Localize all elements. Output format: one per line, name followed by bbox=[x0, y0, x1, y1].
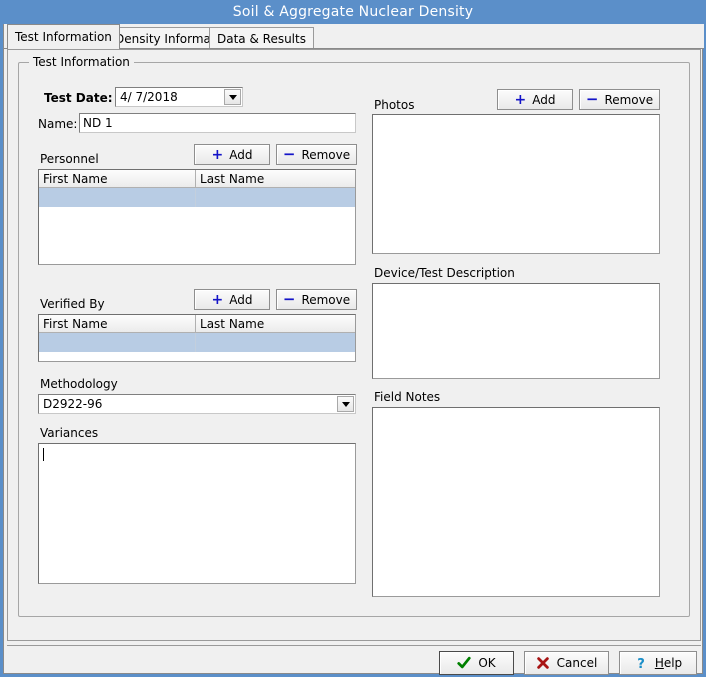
tab-data-and-results[interactable]: Data & Results bbox=[209, 27, 314, 49]
group-title: Test Information bbox=[29, 55, 134, 69]
variances-label: Variances bbox=[40, 426, 98, 440]
help-label-rest: elp bbox=[664, 656, 682, 670]
blue-question-icon: ? bbox=[634, 656, 648, 670]
chevron-down-icon bbox=[229, 95, 237, 100]
field-notes-label: Field Notes bbox=[374, 390, 440, 404]
plus-icon: + bbox=[515, 93, 527, 107]
device-description-label: Device/Test Description bbox=[374, 266, 515, 280]
photos-remove-label: Remove bbox=[604, 93, 653, 107]
photos-add-label: Add bbox=[532, 93, 555, 107]
tab-page-test-information: Test Information Test Date: 4/ 7/2018 Na… bbox=[7, 49, 701, 641]
active-tab-baseline-mask bbox=[8, 48, 104, 49]
personnel-table-header: First Name Last Name bbox=[39, 170, 355, 188]
cancel-button[interactable]: Cancel bbox=[524, 651, 609, 675]
ok-label: OK bbox=[478, 656, 495, 670]
verified-by-label: Verified By bbox=[40, 297, 105, 311]
help-label: Help bbox=[655, 656, 682, 670]
personnel-table[interactable]: First Name Last Name bbox=[38, 169, 356, 265]
device-description-textarea[interactable] bbox=[372, 283, 660, 379]
red-x-icon bbox=[536, 656, 550, 670]
cell-first-name bbox=[39, 188, 196, 207]
name-value: ND 1 bbox=[83, 116, 113, 130]
table-row[interactable] bbox=[39, 333, 355, 352]
green-check-icon bbox=[457, 656, 471, 670]
verified-by-table[interactable]: First Name Last Name bbox=[38, 314, 356, 362]
minus-icon: − bbox=[283, 147, 296, 162]
verified-by-table-header: First Name Last Name bbox=[39, 315, 355, 333]
column-header-first-name: First Name bbox=[39, 315, 196, 332]
svg-text:?: ? bbox=[637, 657, 645, 670]
minus-icon: − bbox=[586, 92, 599, 107]
tab-test-information[interactable]: Test Information bbox=[7, 24, 120, 49]
test-date-picker[interactable]: 4/ 7/2018 bbox=[115, 87, 243, 107]
personnel-remove-label: Remove bbox=[301, 148, 350, 162]
plus-icon: + bbox=[212, 148, 224, 162]
column-header-last-name: Last Name bbox=[196, 170, 355, 187]
application-window: Soil & Aggregate Nuclear Density Test In… bbox=[0, 0, 706, 677]
methodology-label: Methodology bbox=[40, 377, 118, 391]
photos-add-button[interactable]: + Add bbox=[497, 89, 573, 110]
methodology-select[interactable]: D2922-96 bbox=[38, 394, 356, 414]
tab-label: Test Information bbox=[15, 30, 112, 44]
name-input[interactable]: ND 1 bbox=[79, 113, 356, 133]
table-row[interactable] bbox=[39, 188, 355, 207]
cell-first-name bbox=[39, 333, 196, 352]
help-accel: H bbox=[655, 656, 664, 670]
test-date-dropdown-button[interactable] bbox=[224, 89, 241, 105]
name-label: Name: bbox=[38, 117, 77, 131]
field-notes-textarea[interactable] bbox=[372, 407, 660, 597]
cell-last-name bbox=[196, 188, 355, 207]
title-bar: Soil & Aggregate Nuclear Density bbox=[0, 0, 706, 24]
tab-label: Data & Results bbox=[217, 32, 306, 46]
separator-line bbox=[7, 645, 701, 646]
test-information-group: Test Information Test Date: 4/ 7/2018 Na… bbox=[18, 62, 690, 617]
text-caret bbox=[43, 448, 44, 461]
verified-by-add-label: Add bbox=[229, 293, 252, 307]
methodology-value: D2922-96 bbox=[43, 397, 102, 411]
verified-by-remove-button[interactable]: − Remove bbox=[276, 289, 357, 310]
personnel-remove-button[interactable]: − Remove bbox=[276, 144, 357, 165]
test-date-value: 4/ 7/2018 bbox=[120, 90, 178, 104]
verified-by-remove-label: Remove bbox=[301, 293, 350, 307]
test-date-label: Test Date: bbox=[44, 91, 113, 105]
photos-list[interactable] bbox=[372, 114, 660, 254]
photos-label: Photos bbox=[374, 98, 414, 112]
chevron-down-icon bbox=[342, 402, 350, 407]
photos-remove-button[interactable]: − Remove bbox=[579, 89, 660, 110]
tab-strip: Test Information Density Information Dat… bbox=[4, 24, 704, 49]
help-button[interactable]: ? Help bbox=[619, 651, 697, 675]
minus-icon: − bbox=[283, 292, 296, 307]
variances-textarea[interactable] bbox=[38, 443, 356, 584]
dialog-button-bar: OK Cancel ? Help bbox=[7, 645, 701, 671]
plus-icon: + bbox=[212, 293, 224, 307]
personnel-add-label: Add bbox=[229, 148, 252, 162]
verified-by-add-button[interactable]: + Add bbox=[194, 289, 270, 310]
ok-button[interactable]: OK bbox=[439, 651, 514, 675]
column-header-last-name: Last Name bbox=[196, 315, 355, 332]
column-header-first-name: First Name bbox=[39, 170, 196, 187]
personnel-add-button[interactable]: + Add bbox=[194, 144, 270, 165]
methodology-dropdown-button[interactable] bbox=[337, 396, 354, 412]
cancel-label: Cancel bbox=[557, 656, 598, 670]
window-title: Soil & Aggregate Nuclear Density bbox=[233, 4, 473, 20]
client-area: Test Information Density Information Dat… bbox=[3, 24, 703, 674]
cell-last-name bbox=[196, 333, 355, 352]
personnel-label: Personnel bbox=[40, 152, 99, 166]
